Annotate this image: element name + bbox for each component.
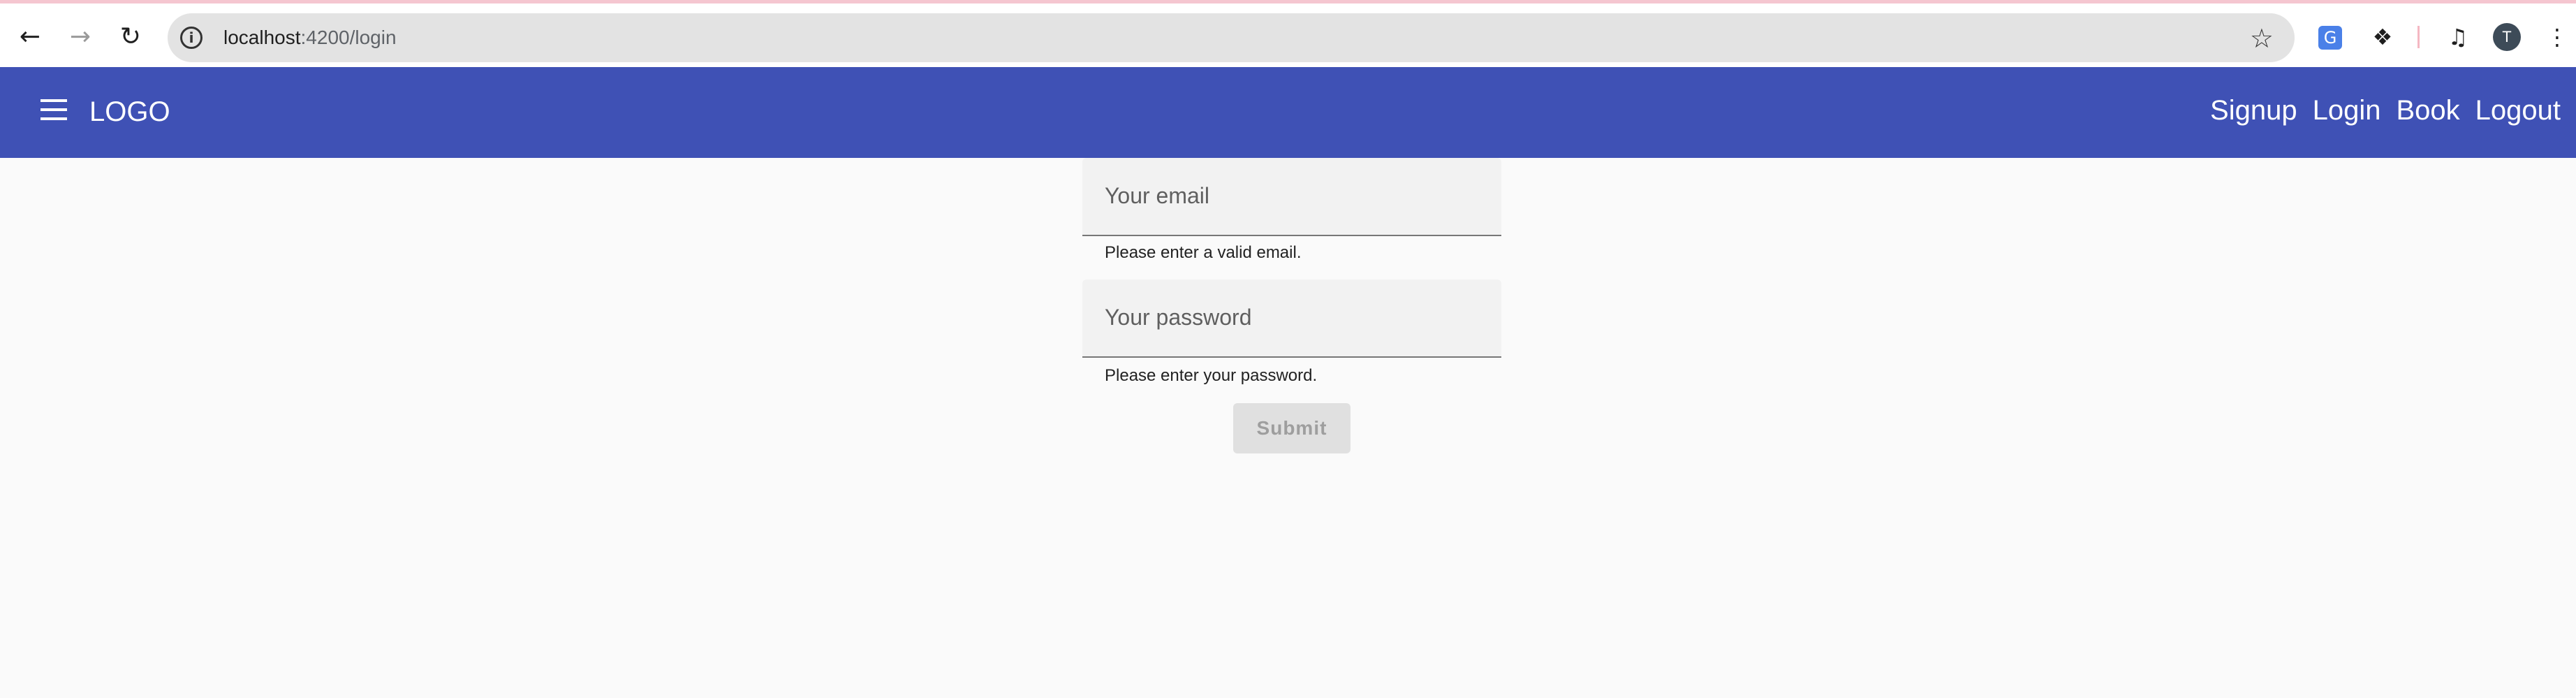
bookmark-star-icon[interactable]: ☆ <box>2250 23 2274 54</box>
app-logo[interactable]: LOGO <box>89 96 170 128</box>
profile-avatar[interactable]: T <box>2493 23 2521 51</box>
email-error-hint: Please enter a valid email. <box>1105 243 1302 262</box>
password-error-hint: Please enter your password. <box>1105 366 1318 385</box>
translate-extension-icon[interactable]: G <box>2318 26 2342 50</box>
hamburger-menu-icon[interactable] <box>41 99 67 124</box>
nav-link-login[interactable]: Login <box>2313 95 2381 126</box>
email-field[interactable]: Your email <box>1082 158 1501 236</box>
toolbar-divider <box>2417 26 2420 48</box>
media-control-icon[interactable]: ♫ <box>2443 22 2473 52</box>
email-placeholder: Your email <box>1105 183 1210 208</box>
app-toolbar: LOGO Signup Login Book Logout <box>0 67 2576 158</box>
url-text: localhost:4200/login <box>223 27 397 48</box>
password-field[interactable]: Your password <box>1082 279 1501 358</box>
browser-toolbar: ← → ↻ i localhost:4200/login ☆ G ❖ ♫ T ⋮ <box>0 0 2576 67</box>
forward-icon[interactable]: → <box>63 19 98 54</box>
nav-link-logout[interactable]: Logout <box>2475 95 2561 126</box>
reload-icon[interactable]: ↻ <box>113 19 148 54</box>
nav-links: Signup Login Book Logout <box>2210 95 2561 126</box>
extensions-puzzle-icon[interactable]: ❖ <box>2367 22 2398 52</box>
submit-button[interactable]: Submit <box>1233 403 1350 453</box>
nav-link-book[interactable]: Book <box>2396 95 2459 126</box>
nav-link-signup[interactable]: Signup <box>2210 95 2297 126</box>
password-placeholder: Your password <box>1105 305 1252 330</box>
address-bar[interactable]: i localhost:4200/login ☆ <box>168 13 2295 62</box>
site-info-icon[interactable]: i <box>180 27 203 49</box>
browser-menu-icon[interactable]: ⋮ <box>2542 22 2573 52</box>
back-icon[interactable]: ← <box>13 19 47 54</box>
